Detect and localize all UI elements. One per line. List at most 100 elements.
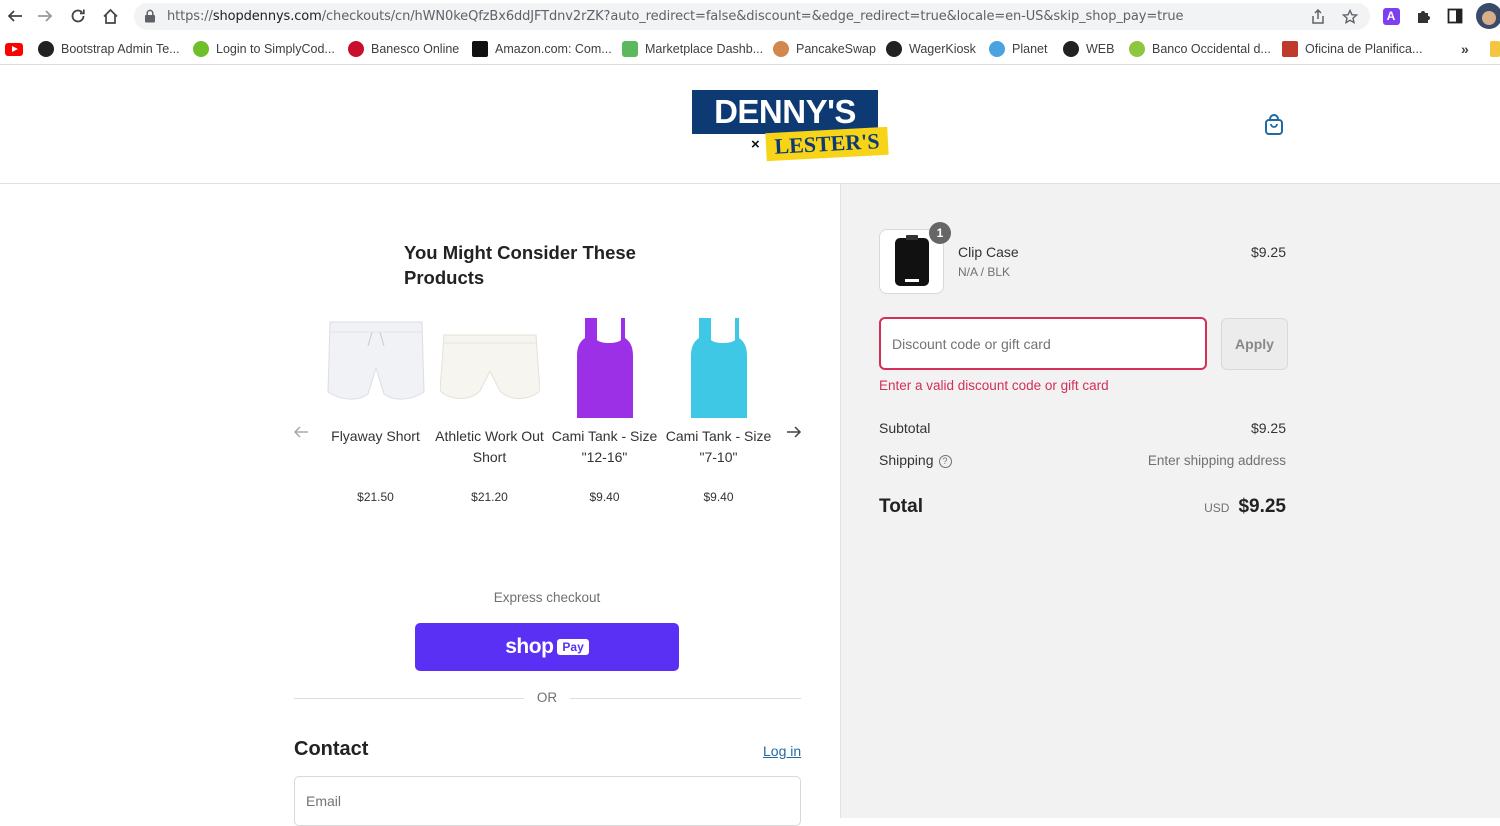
product-price: $21.50 xyxy=(357,490,394,504)
planet-icon xyxy=(989,41,1005,57)
pancake-icon xyxy=(773,41,789,57)
product-name: Cami Tank - Size "12-16" xyxy=(551,428,658,465)
product-card[interactable]: Flyaway Short $21.50 xyxy=(318,314,433,504)
banesco-icon xyxy=(348,41,364,57)
recommendations-title: You Might Consider These Products xyxy=(404,242,636,288)
bookmark-label: Banco Occidental d... xyxy=(1152,42,1271,56)
bookmark-label: Banesco Online xyxy=(371,42,460,56)
apply-button[interactable]: Apply xyxy=(1221,318,1288,370)
ofi-icon xyxy=(1282,41,1298,57)
bookmark-item[interactable]: Amazon.com: Com... xyxy=(472,40,612,58)
shop-pay-shop-text: shop xyxy=(505,635,554,658)
bookmark-label: Marketplace Dashb... xyxy=(645,42,764,56)
forward-icon[interactable] xyxy=(34,5,56,27)
globe-icon xyxy=(38,41,54,57)
globe-icon xyxy=(1063,41,1079,57)
bookmark-item[interactable]: Oficina de Planifica... xyxy=(1282,40,1422,58)
shop-pay-button[interactable]: shop Pay xyxy=(415,623,679,671)
product-image xyxy=(661,314,776,422)
item-variant: N/A / BLK xyxy=(958,265,1011,279)
bookmark-item[interactable]: Login to SimplyCod... xyxy=(193,40,335,58)
quantity-badge: 1 xyxy=(929,222,951,244)
product-image xyxy=(318,314,433,422)
divider xyxy=(294,698,524,699)
product-price: $21.20 xyxy=(471,490,508,504)
check-icon xyxy=(193,41,209,57)
checkout-main: You Might Consider These Products Flyawa… xyxy=(0,184,840,826)
item-price: $9.25 xyxy=(1250,244,1286,260)
product-name: Athletic Work Out Short xyxy=(435,428,544,465)
bookmark-item[interactable]: Bootstrap Admin Te... xyxy=(38,40,180,58)
url-path: /checkouts/cn/hWN0keQfzBx6ddJFTdnv2rZK?a… xyxy=(321,9,1184,24)
item-name: Clip Case xyxy=(958,244,1019,260)
logo-x: × xyxy=(751,136,760,153)
carousel-prev-icon[interactable] xyxy=(293,424,309,444)
discount-error-message: Enter a valid discount code or gift card xyxy=(879,378,1109,393)
logo-dennys: DENNY'S xyxy=(692,90,878,134)
star-icon[interactable] xyxy=(1341,8,1359,26)
profile-avatar[interactable] xyxy=(1476,3,1500,29)
back-icon[interactable] xyxy=(4,5,26,27)
product-card[interactable]: Athletic Work Out Short $21.20 xyxy=(432,314,547,504)
bookmark-label: WagerKiosk xyxy=(909,42,976,56)
extensions-puzzle-icon[interactable] xyxy=(1413,6,1433,26)
bookmark-item[interactable]: WagerKiosk xyxy=(886,40,976,58)
bookmark-label: WEB xyxy=(1086,42,1115,56)
url-prefix: https:// xyxy=(167,9,213,24)
bookmark-label: Oficina de Planifica... xyxy=(1305,42,1423,56)
discount-code-input[interactable] xyxy=(879,317,1207,370)
store-header: DENNY'S × LESTER'S xyxy=(0,66,1500,184)
bookmark-item[interactable]: WEB xyxy=(1063,40,1114,58)
carousel-next-icon[interactable] xyxy=(786,424,802,444)
bookmark-item[interactable]: Marketplace Dashb... xyxy=(622,40,763,58)
product-name: Cami Tank - Size "7-10" xyxy=(665,428,772,465)
total-value: USD $9.25 xyxy=(1204,496,1286,518)
currency-code: USD xyxy=(1204,501,1230,515)
bookmarks-more-button[interactable]: » xyxy=(1461,40,1469,58)
shipping-row: Shipping? xyxy=(879,452,952,468)
product-price: $9.40 xyxy=(703,490,734,504)
bookmark-label: Planet xyxy=(1012,42,1048,56)
logo-lesters: LESTER'S xyxy=(765,126,889,162)
shipping-value: Enter shipping address xyxy=(1147,453,1286,468)
sidepanel-icon[interactable] xyxy=(1445,6,1465,26)
url-text: https://shopdennys.com/checkouts/cn/hWN0… xyxy=(167,9,1184,24)
order-summary: 1 Clip Case N/A / BLK $9.25 Apply Enter … xyxy=(840,184,1500,818)
shipping-label: Shipping xyxy=(879,452,934,468)
divider xyxy=(570,698,801,699)
folder-icon[interactable] xyxy=(1490,41,1500,57)
bookmarks-bar: Bootstrap Admin Te... Login to SimplyCod… xyxy=(0,33,1500,65)
bookmark-item[interactable]: Banco Occidental d... xyxy=(1129,40,1271,58)
total-label: Total xyxy=(879,496,923,517)
product-card[interactable]: Cami Tank - Size "7-10" $9.40 xyxy=(661,314,776,504)
bookmark-label: Amazon.com: Com... xyxy=(495,42,612,56)
login-link[interactable]: Log in xyxy=(763,743,801,759)
subtotal-label: Subtotal xyxy=(879,420,931,436)
url-host: shopdennys.com xyxy=(212,9,322,24)
shop-pay-pay-badge: Pay xyxy=(557,639,589,655)
bookmark-item[interactable]: Planet xyxy=(989,40,1047,58)
product-image xyxy=(432,314,547,422)
email-field[interactable] xyxy=(294,776,801,826)
product-card[interactable]: Cami Tank - Size "12-16" $9.40 xyxy=(547,314,662,504)
contact-heading: Contact xyxy=(294,738,369,760)
cart-bag-icon[interactable] xyxy=(1263,113,1285,137)
browser-toolbar: https://shopdennys.com/checkouts/cn/hWN0… xyxy=(0,0,1500,33)
bookmark-item[interactable]: Banesco Online xyxy=(348,40,459,58)
bookmark-label: PancakeSwap xyxy=(796,42,876,56)
bookmark-item[interactable]: PancakeSwap xyxy=(773,40,876,58)
address-bar[interactable]: https://shopdennys.com/checkouts/cn/hWN0… xyxy=(134,3,1370,30)
lock-icon xyxy=(144,9,158,23)
store-logo[interactable]: DENNY'S × LESTER'S xyxy=(692,90,889,162)
clover-icon xyxy=(622,41,638,57)
product-name: Flyaway Short xyxy=(331,428,420,444)
home-icon[interactable] xyxy=(99,5,121,27)
extension-a-icon[interactable]: A xyxy=(1381,6,1401,26)
share-icon[interactable] xyxy=(1309,8,1327,26)
reload-icon[interactable] xyxy=(67,5,89,27)
express-checkout-label: Express checkout xyxy=(493,590,601,605)
or-separator: OR xyxy=(536,690,558,705)
help-icon[interactable]: ? xyxy=(938,455,952,468)
youtube-icon[interactable] xyxy=(5,40,23,58)
total-amount: $9.25 xyxy=(1238,496,1286,517)
